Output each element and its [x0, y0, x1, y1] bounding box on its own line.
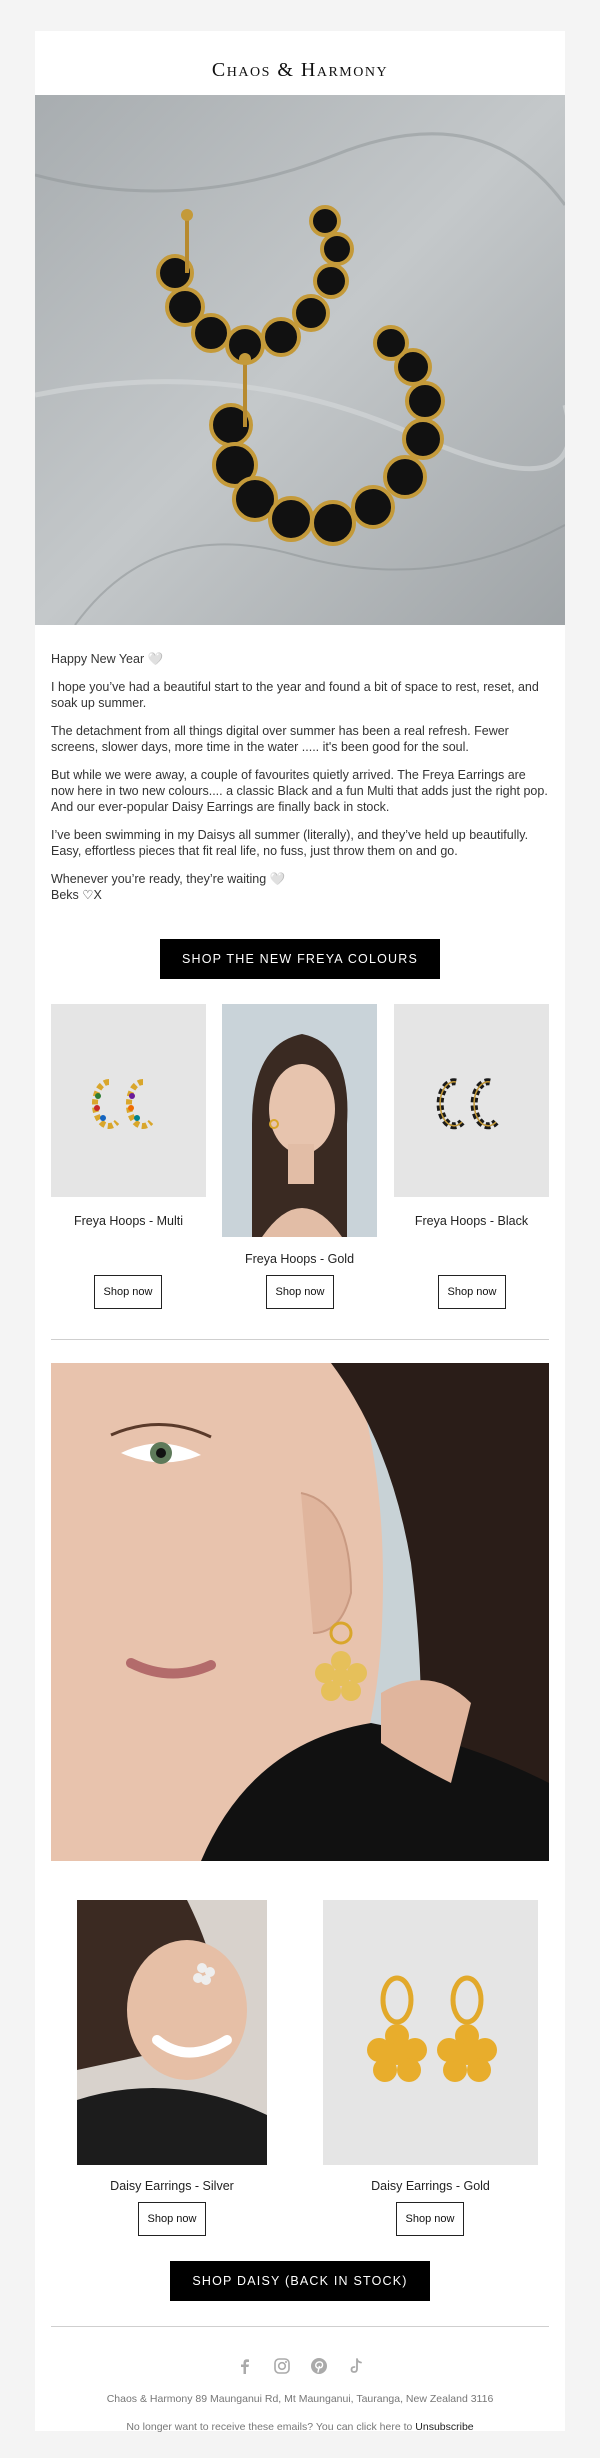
brand-logo[interactable]: Chaos & Harmony [35, 59, 565, 82]
tiktok-icon[interactable] [347, 2357, 365, 2375]
product-name[interactable]: Freya Hoops - Multi [51, 1214, 206, 1228]
paragraph-2: The detachment from all things digital o… [51, 724, 509, 754]
shop-now-button[interactable]: Shop now [438, 1275, 506, 1309]
paragraph-1: I hope you’ve had a beautiful start to t… [51, 680, 539, 710]
pinterest-icon[interactable] [310, 2357, 328, 2375]
unsubscribe-text: No longer want to receive these emails? … [126, 2421, 413, 2433]
shop-now-button[interactable]: Shop now [138, 2202, 206, 2236]
shop-now-button[interactable]: Shop now [266, 1275, 334, 1309]
divider [51, 1339, 549, 1340]
signature: Beks ♡X [51, 888, 102, 902]
daisy-lifestyle-image[interactable] [51, 1363, 549, 1861]
product-name[interactable]: Daisy Earrings - Gold [323, 2179, 538, 2193]
divider [51, 2326, 549, 2327]
greeting: Happy New Year 🤍 [51, 652, 164, 666]
freya-multi-image[interactable] [51, 1004, 206, 1197]
facebook-icon[interactable] [236, 2357, 254, 2375]
daisy-gold-image[interactable] [323, 1900, 538, 2165]
signoff-line: Whenever you’re ready, they’re waiting 🤍 [51, 872, 286, 886]
email-card: Chaos & Harmony Happy New Year 🤍 I hope … [35, 31, 565, 2433]
freya-gold-image[interactable] [222, 1004, 377, 1237]
product-name[interactable]: Daisy Earrings - Silver [77, 2179, 267, 2193]
unsubscribe-link[interactable]: Unsubscribe [415, 2421, 473, 2433]
shop-now-button[interactable]: Shop now [94, 1275, 162, 1309]
freya-black-image[interactable] [394, 1004, 549, 1197]
instagram-icon[interactable] [273, 2357, 291, 2375]
shop-daisy-button[interactable]: SHOP DAISY (BACK IN STOCK) [170, 2261, 430, 2301]
footer-address: Chaos & Harmony 89 Maunganui Rd, Mt Maun… [106, 2393, 494, 2405]
hero-image[interactable] [35, 95, 565, 625]
daisy-silver-image[interactable] [77, 1900, 267, 2165]
paragraph-3: But while we were away, a couple of favo… [51, 768, 548, 814]
paragraph-4: I’ve been swimming in my Daisys all summ… [51, 828, 529, 858]
product-name[interactable]: Freya Hoops - Gold [222, 1252, 377, 1266]
product-name[interactable]: Freya Hoops - Black [394, 1214, 549, 1228]
email-body: Happy New Year 🤍 I hope you’ve had a bea… [51, 651, 549, 903]
shop-now-button[interactable]: Shop now [396, 2202, 464, 2236]
shop-freya-colours-button[interactable]: SHOP THE NEW FREYA COLOURS [160, 939, 440, 979]
footer-unsubscribe-line: No longer want to receive these emails? … [35, 2421, 565, 2433]
